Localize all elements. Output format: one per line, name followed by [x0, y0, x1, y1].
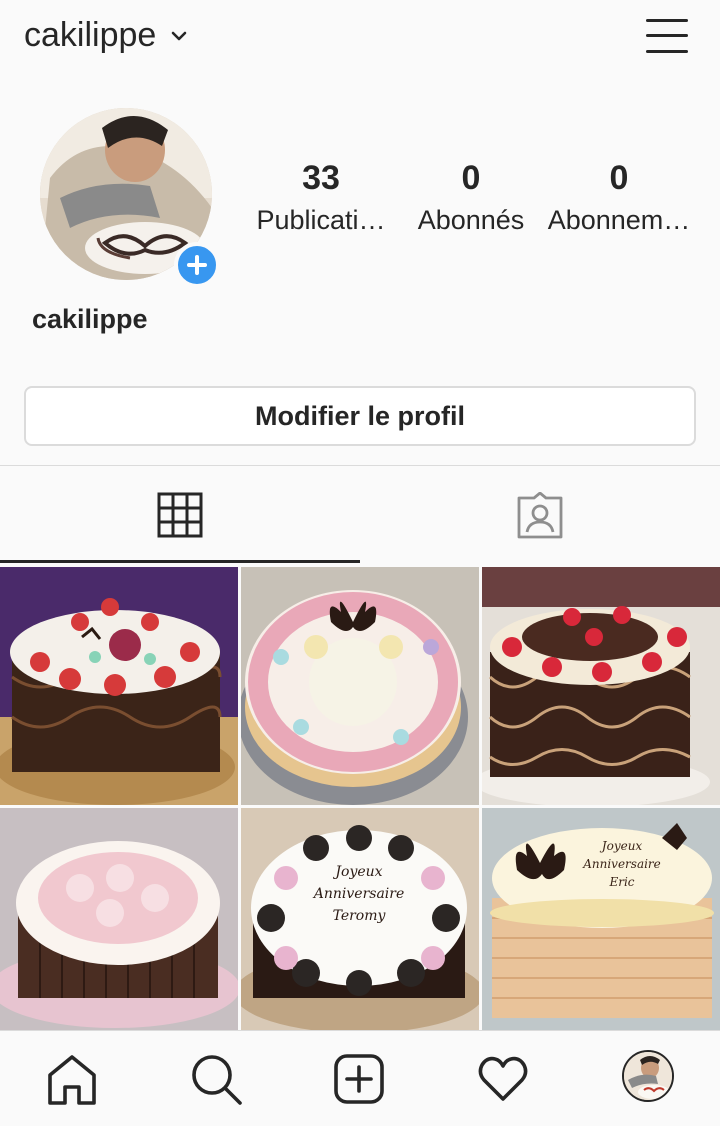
home-icon[interactable]: [44, 1051, 100, 1107]
post-thumbnail[interactable]: Joyeux Anniversaire Teromy: [241, 808, 479, 1046]
stat-followers[interactable]: 0 Abonnés: [396, 156, 546, 240]
active-tab-indicator: [0, 560, 360, 563]
username-label: cakilippe: [24, 16, 157, 54]
post-thumbnail[interactable]: [0, 567, 238, 805]
search-icon[interactable]: [188, 1051, 244, 1107]
stat-posts-count: 33: [302, 159, 340, 197]
tab-tagged[interactable]: [360, 466, 720, 564]
posts-grid: Joyeux Anniversaire Teromy Joyeux Annive…: [0, 567, 720, 1033]
profile-display-name: cakilippe: [32, 304, 148, 334]
add-story-plus-icon[interactable]: [174, 242, 220, 288]
post-thumbnail[interactable]: Joyeux Anniversaire Eric: [482, 808, 720, 1046]
post-thumbnail[interactable]: [0, 808, 238, 1046]
stat-followers-label: Abonnés: [417, 205, 525, 235]
svg-text:Teromy: Teromy: [333, 908, 387, 924]
svg-text:Eric: Eric: [608, 875, 634, 889]
stat-followers-count: 0: [461, 159, 481, 197]
stat-following[interactable]: 0 Abonnem…: [544, 156, 694, 240]
svg-text:Anniversaire: Anniversaire: [312, 886, 405, 902]
svg-text:Joyeux: Joyeux: [332, 864, 382, 880]
svg-text:Anniversaire: Anniversaire: [582, 857, 661, 871]
new-post-icon[interactable]: [331, 1051, 387, 1107]
stat-posts-label: Publicati…: [256, 205, 386, 235]
svg-text:Joyeux: Joyeux: [599, 839, 643, 853]
post-thumbnail[interactable]: [482, 567, 720, 805]
profile-avatar-icon[interactable]: [622, 1050, 674, 1102]
account-switcher[interactable]: cakilippe: [24, 16, 188, 55]
edit-profile-button[interactable]: Modifier le profil: [24, 386, 696, 446]
hamburger-menu-icon[interactable]: [644, 16, 690, 56]
stat-following-label: Abonnem…: [547, 205, 691, 235]
top-bar: cakilippe: [0, 0, 720, 80]
tagged-photos-icon: [517, 492, 563, 539]
stat-posts[interactable]: 33 Publicati…: [246, 156, 396, 240]
post-thumbnail[interactable]: [241, 567, 479, 805]
grid-icon: [157, 492, 203, 538]
bottom-navigation: [0, 1030, 720, 1126]
profile-avatar-container: [40, 108, 220, 288]
stat-following-count: 0: [609, 159, 629, 197]
chevron-down-icon: [172, 31, 187, 40]
heart-icon[interactable]: [475, 1051, 531, 1107]
tab-grid[interactable]: [0, 466, 360, 564]
